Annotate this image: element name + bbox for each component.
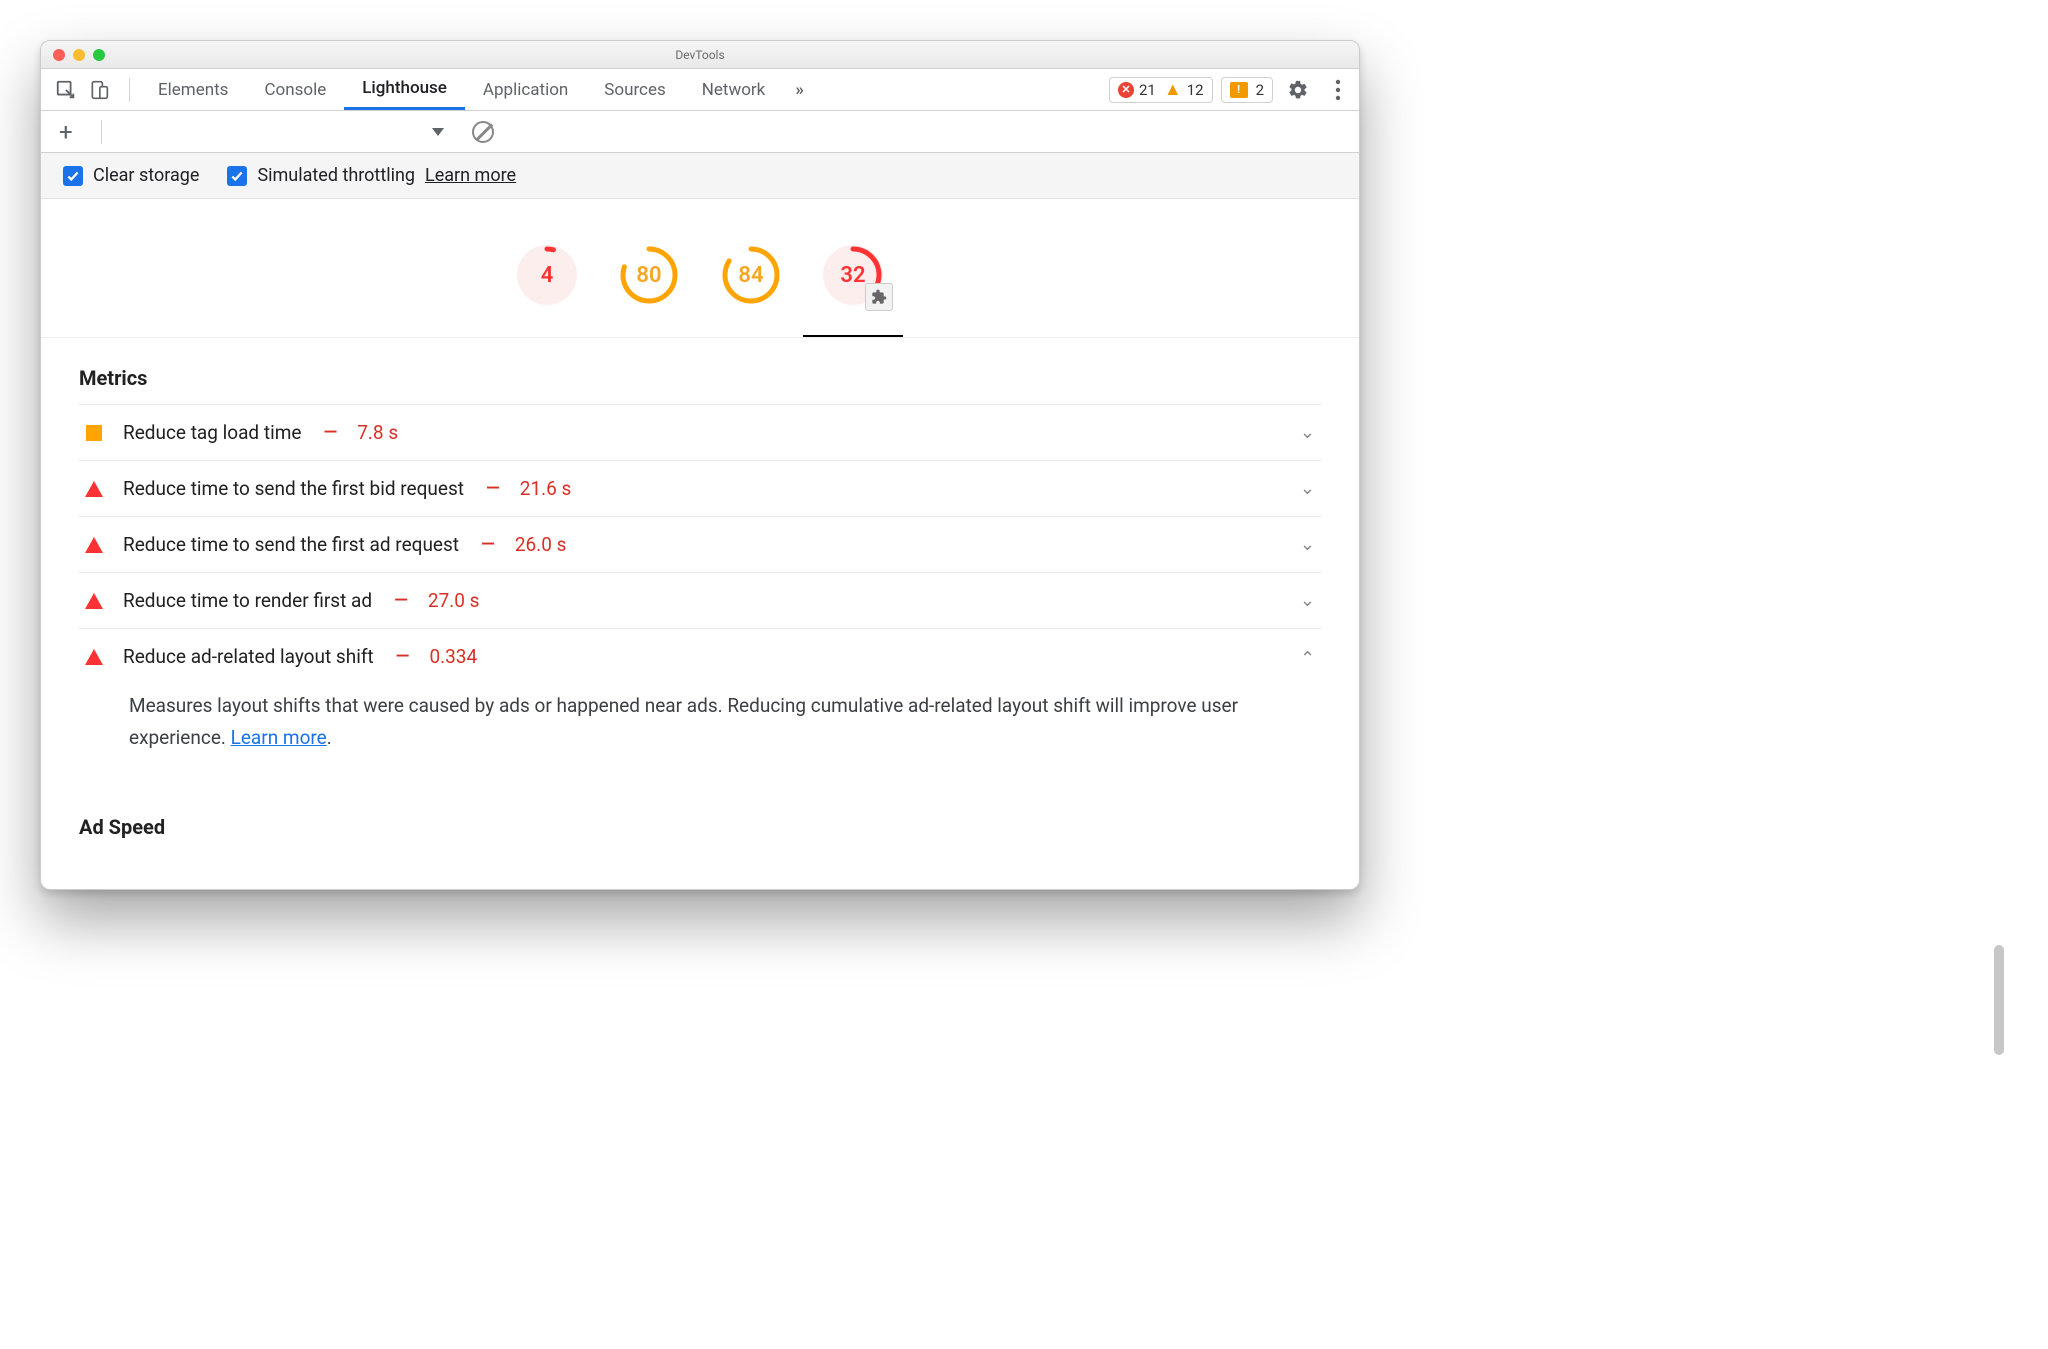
metric-row[interactable]: Reduce time to send the first bid reques… [79, 460, 1321, 516]
square-orange-icon [86, 425, 102, 441]
metric-value: 21.6 s [520, 477, 572, 500]
triangle-red-icon [85, 537, 103, 553]
tab-elements[interactable]: Elements [140, 69, 246, 110]
checkbox-checked-icon [227, 166, 247, 186]
simulated-throttling-checkbox[interactable]: Simulated throttling Learn more [227, 165, 516, 186]
dropdown-caret-icon [432, 128, 444, 136]
new-report-button[interactable]: + [53, 118, 79, 146]
more-options-button[interactable] [1323, 79, 1353, 101]
metric-value: 27.0 s [428, 589, 480, 612]
tab-lighthouse[interactable]: Lighthouse [344, 69, 465, 110]
metric-row[interactable]: Reduce time to render first ad—27.0 s⌄ [79, 572, 1321, 628]
metric-label: Reduce tag load time [123, 421, 301, 444]
metric-label: Reduce ad-related layout shift [123, 645, 374, 668]
chevron-down-icon: ⌄ [1300, 478, 1315, 499]
gauge-value: 4 [517, 245, 577, 305]
score-gauge-1[interactable]: 80 [619, 245, 679, 305]
gauge-value: 80 [619, 245, 679, 305]
score-gauge-3[interactable]: 32 [823, 245, 883, 305]
adspeed-heading: Ad Speed [79, 815, 1321, 839]
window-zoom-button[interactable] [93, 49, 105, 61]
metrics-heading: Metrics [79, 366, 1321, 390]
metric-value: 7.8 s [357, 421, 398, 444]
score-gauges: 4 80 84 32 [41, 199, 1359, 338]
clear-storage-label: Clear storage [93, 165, 199, 186]
simulated-throttling-label: Simulated throttling [257, 165, 415, 186]
scrollbar-thumb[interactable] [1994, 945, 2004, 1055]
chevron-down-icon: ⌄ [1300, 422, 1315, 443]
metric-value: 0.334 [429, 645, 477, 668]
triangle-red-icon [85, 593, 103, 609]
tab-sources[interactable]: Sources [586, 69, 683, 110]
issues-badge[interactable]: ! 2 [1221, 77, 1273, 103]
score-gauge-2[interactable]: 84 [721, 245, 781, 305]
tab-network[interactable]: Network [684, 69, 784, 110]
metric-label: Reduce time to send the first bid reques… [123, 477, 464, 500]
metric-label: Reduce time to render first ad [123, 589, 372, 612]
note-icon: ! [1230, 82, 1248, 98]
chevron-up-icon: ⌄ [1300, 646, 1315, 667]
report-dropdown[interactable] [124, 128, 444, 136]
window-title: DevTools [41, 48, 1359, 62]
main-tabs: ElementsConsoleLighthouseApplicationSour… [41, 69, 1359, 111]
lighthouse-toolbar: + [41, 111, 1359, 153]
error-count: 21 [1139, 81, 1156, 99]
device-toggle-icon[interactable] [89, 79, 109, 101]
window-titlebar: DevTools [41, 41, 1359, 69]
gauge-value: 84 [721, 245, 781, 305]
more-tabs-button[interactable]: » [785, 80, 814, 100]
plugin-icon [865, 283, 893, 311]
metric-description: Measures layout shifts that were caused … [79, 684, 1321, 779]
triangle-red-icon [85, 481, 103, 497]
metric-row[interactable]: Reduce ad-related layout shift—0.334⌄ [79, 628, 1321, 684]
metric-learn-more-link[interactable]: Learn more [231, 726, 327, 749]
note-count: 2 [1256, 81, 1264, 99]
devtools-window: DevTools ElementsConsoleLighthouseApplic… [40, 40, 1360, 890]
lighthouse-options: Clear storage Simulated throttling Learn… [41, 153, 1359, 199]
toolbar-divider [129, 78, 130, 102]
window-close-button[interactable] [53, 49, 65, 61]
error-icon: ✕ [1118, 82, 1134, 98]
metric-label: Reduce time to send the first ad request [123, 533, 459, 556]
window-minimize-button[interactable] [73, 49, 85, 61]
chevron-down-icon: ⌄ [1300, 534, 1315, 555]
clear-storage-checkbox[interactable]: Clear storage [63, 165, 199, 186]
metric-row[interactable]: Reduce time to send the first ad request… [79, 516, 1321, 572]
metric-row[interactable]: Reduce tag load time—7.8 s⌄ [79, 404, 1321, 460]
chevron-down-icon: ⌄ [1300, 590, 1315, 611]
warning-count: 12 [1187, 81, 1204, 99]
settings-button[interactable] [1275, 79, 1321, 101]
metric-value: 26.0 s [515, 533, 567, 556]
inspect-icon[interactable] [55, 79, 77, 101]
tab-console[interactable]: Console [246, 69, 344, 110]
learn-more-link[interactable]: Learn more [425, 165, 516, 186]
tab-application[interactable]: Application [465, 69, 586, 110]
triangle-red-icon [85, 649, 103, 665]
clear-all-button[interactable] [472, 121, 494, 143]
report-content: Metrics Reduce tag load time—7.8 s⌄Reduc… [41, 338, 1359, 889]
console-issue-counts[interactable]: ✕ 21 ▲ 12 [1109, 77, 1213, 103]
score-gauge-0[interactable]: 4 [517, 245, 577, 305]
checkbox-checked-icon [63, 166, 83, 186]
